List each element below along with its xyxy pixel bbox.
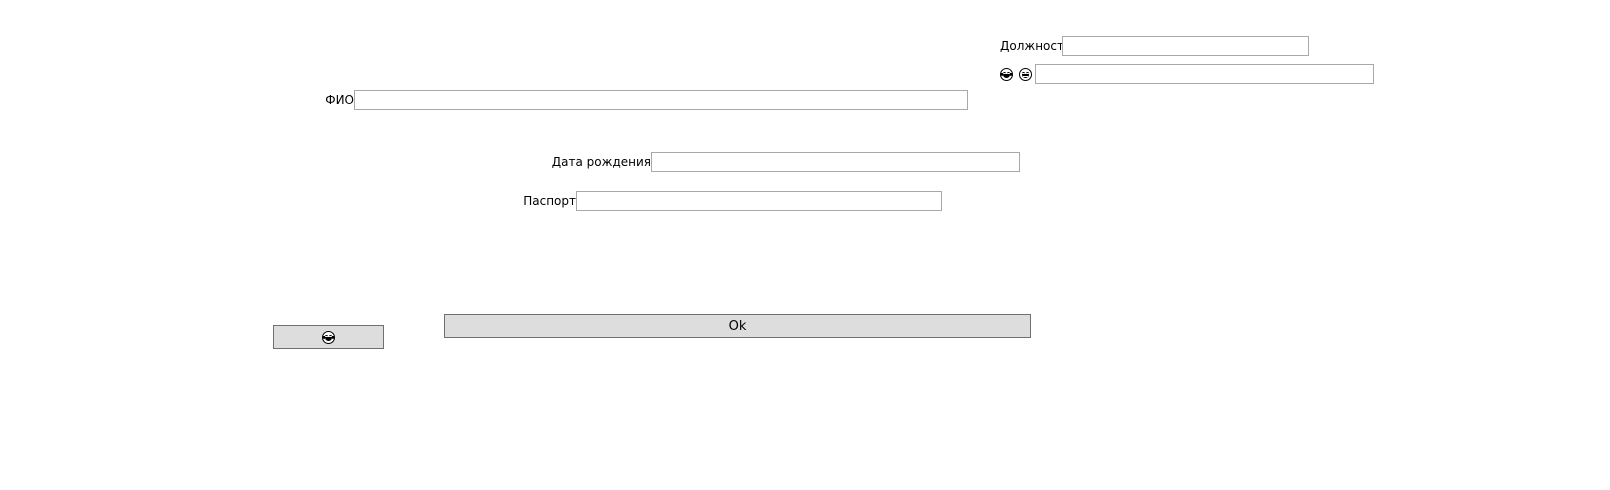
position-label: Должность [1000, 39, 1072, 53]
emoji-labeled-input[interactable] [1035, 64, 1374, 84]
fio-input[interactable] [354, 90, 968, 110]
face-with-tears-of-joy-icon [1000, 67, 1013, 81]
ok-button-label: Ok [728, 318, 747, 334]
grinning-face-icon [1019, 67, 1032, 81]
face-with-tears-of-joy-icon [322, 330, 335, 344]
position-input[interactable] [1062, 36, 1309, 56]
ok-button[interactable]: Ok [444, 314, 1031, 338]
passport-label: Паспорт [523, 194, 576, 208]
fio-label: ФИО [325, 93, 354, 107]
birthdate-label: Дата рождения [551, 155, 651, 169]
emoji-button[interactable] [273, 325, 384, 349]
birthdate-input[interactable] [651, 152, 1020, 172]
passport-input[interactable] [576, 191, 942, 211]
emoji-label-group [1000, 66, 1035, 82]
